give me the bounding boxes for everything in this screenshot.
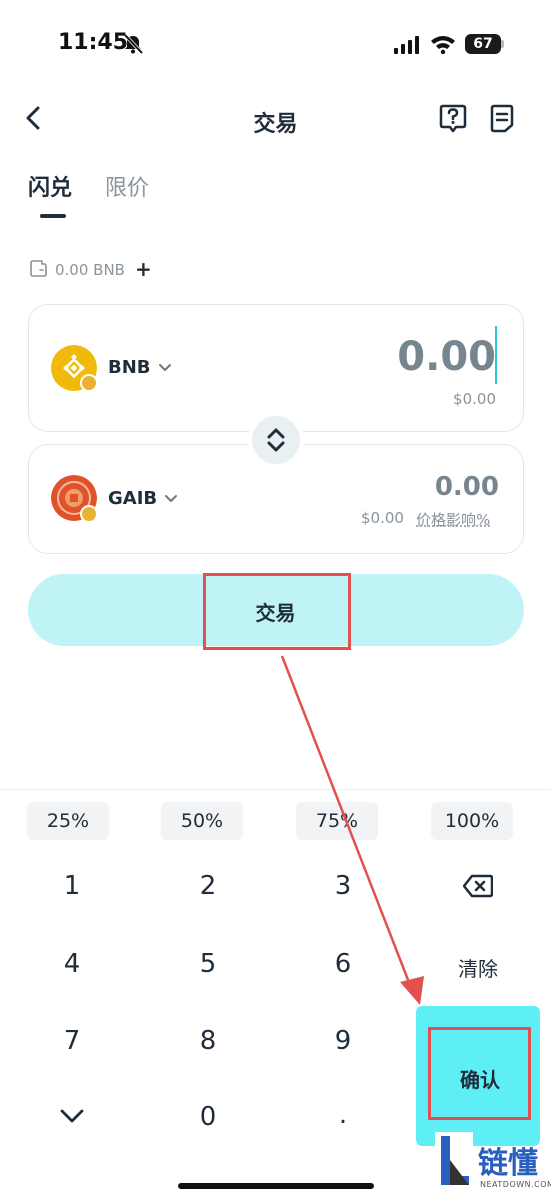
backspace-icon[interactable] [463,874,493,898]
key-decimal[interactable]: . [278,1100,408,1130]
to-token-symbol[interactable]: GAIB [108,488,157,509]
tab-flash-swap[interactable]: 闪兑 [28,170,72,202]
from-amount-input[interactable]: 0.00 [397,334,496,380]
percent-75-button[interactable]: 75% [296,802,378,840]
chevron-down-icon[interactable] [164,494,178,504]
balance-text: 0.00 BNB [55,261,125,279]
from-usd-value: $0.00 [453,390,496,408]
key-5[interactable]: 5 [143,949,273,979]
from-token-symbol[interactable]: BNB [108,357,151,378]
trade-button-label: 交易 [255,601,296,625]
watermark-logo [435,1132,473,1192]
chain-badge-icon [80,505,98,523]
percent-25-button[interactable]: 25% [27,802,109,840]
battery-indicator: 67 [465,34,501,54]
price-impact-label[interactable]: 价格影响% [416,509,490,530]
swap-icon [267,428,285,452]
percent-50-button[interactable]: 50% [161,802,243,840]
key-1[interactable]: 1 [7,871,137,901]
chain-badge-icon [80,374,98,392]
percent-100-button[interactable]: 100% [431,802,513,840]
key-0[interactable]: 0 [143,1102,273,1132]
keypad-divider [0,789,551,790]
swap-direction-button[interactable] [248,412,304,468]
key-9[interactable]: 9 [278,1026,408,1056]
key-4[interactable]: 4 [7,949,137,979]
key-2[interactable]: 2 [143,871,273,901]
watermark-text: 链懂 [478,1146,538,1181]
battery-nub [501,40,504,48]
to-usd-value: $0.00 [361,509,404,527]
wallet-icon [30,260,47,277]
add-funds-button[interactable]: + [135,257,152,281]
status-time: 11:45 [58,30,129,55]
collapse-keypad-icon[interactable] [60,1108,84,1124]
confirm-button-label: 确认 [460,1068,500,1092]
key-6[interactable]: 6 [278,949,408,979]
bell-slash-icon [123,33,144,55]
home-indicator [178,1183,374,1189]
wifi-icon [431,36,455,54]
clear-button[interactable]: 清除 [413,953,543,982]
orders-icon[interactable] [488,103,516,133]
key-3[interactable]: 3 [278,871,408,901]
tab-limit[interactable]: 限价 [105,170,149,202]
key-7[interactable]: 7 [7,1026,137,1056]
help-icon[interactable] [438,103,468,133]
signal-icon [394,36,419,54]
to-amount: 0.00 [434,472,499,502]
text-caret [495,326,497,384]
chevron-down-icon[interactable] [158,363,172,373]
tab-underline [40,214,66,218]
key-8[interactable]: 8 [143,1026,273,1056]
page-title: 交易 [253,112,298,137]
watermark-subtext: NEATDOWN.COM [480,1180,551,1189]
